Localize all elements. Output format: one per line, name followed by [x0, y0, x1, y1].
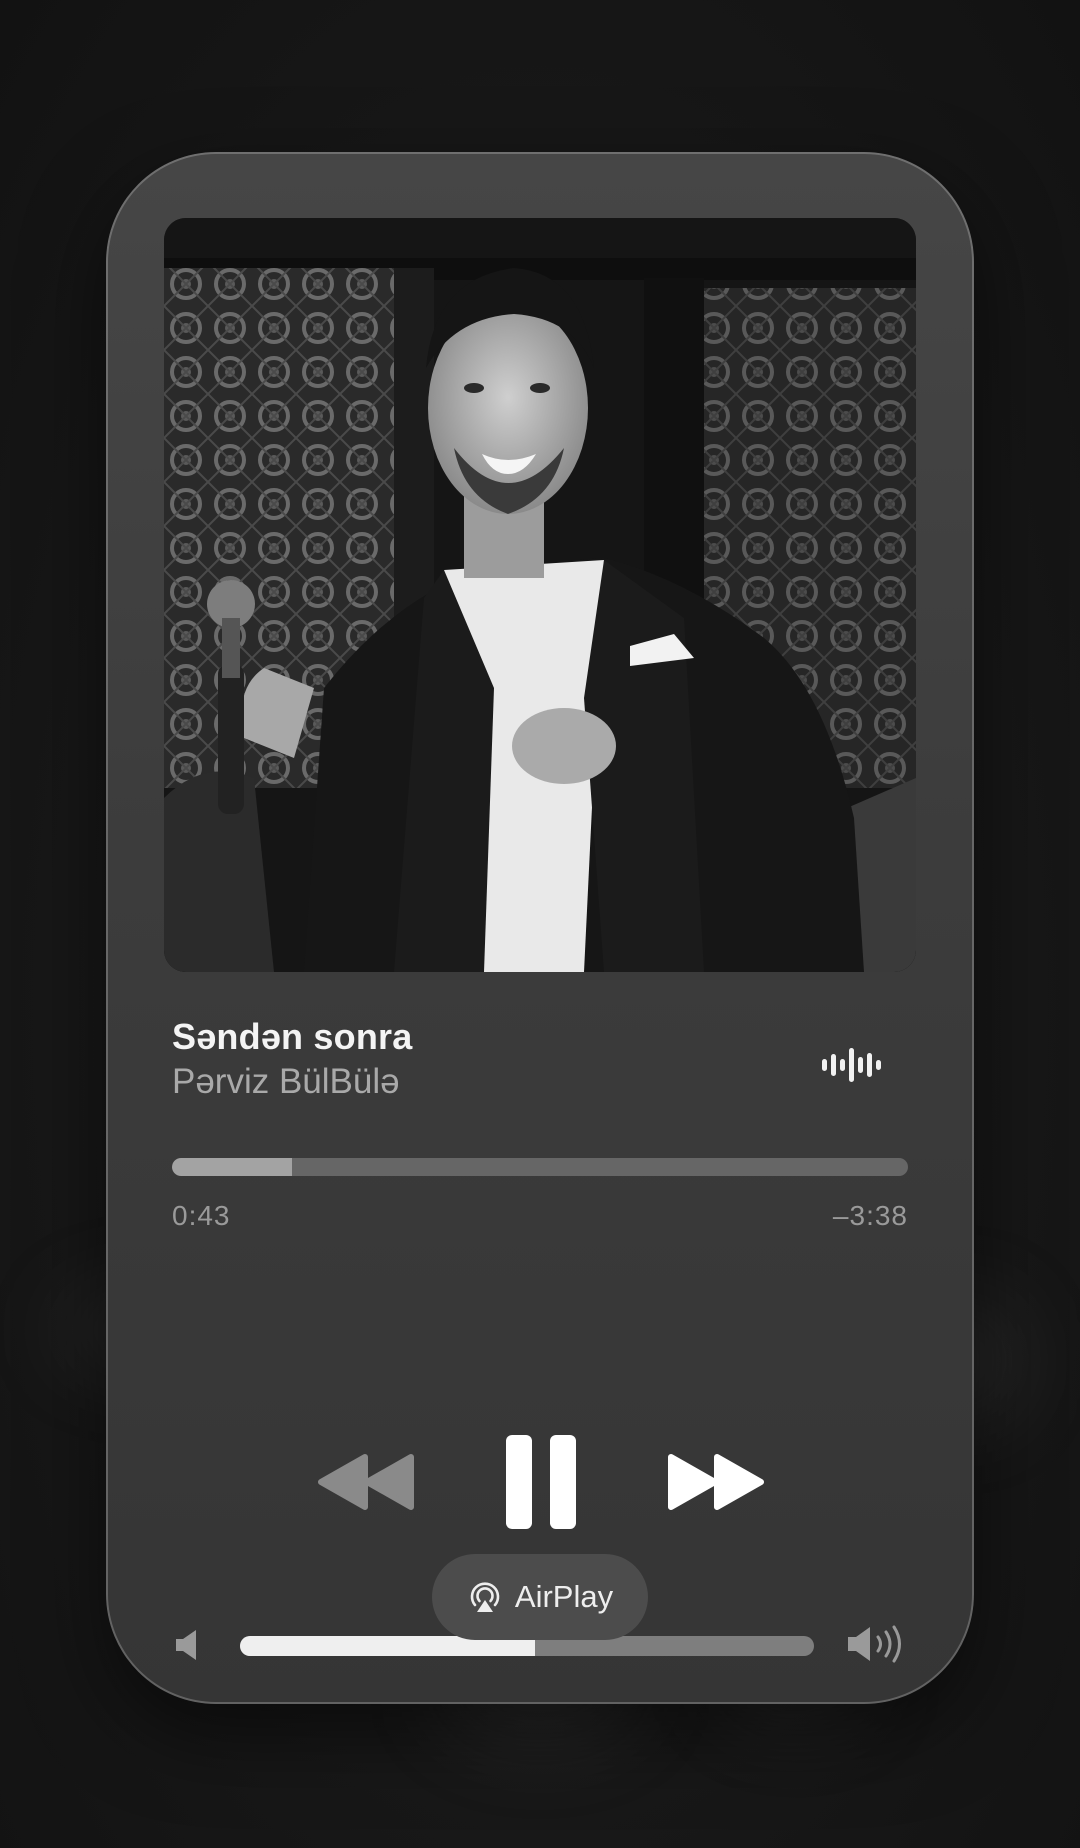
track-artist[interactable]: Pərviz BülBülə [172, 1062, 400, 1102]
artist-photo [164, 218, 916, 972]
rewind-button[interactable] [306, 1442, 426, 1522]
waveform-icon [822, 1048, 881, 1082]
remaining-time: –3:38 [832, 1200, 908, 1231]
track-title: Səndən sonra [172, 1016, 413, 1057]
rewind-icon [318, 1454, 414, 1510]
airplay-button[interactable]: AirPlay [432, 1554, 648, 1640]
fast-forward-icon [668, 1454, 764, 1510]
now-playing-card: Səndən sonra Pərviz BülBülə 0:43 –3:38 A… [106, 152, 974, 1704]
page: Səndən sonra Pərviz BülBülə 0:43 –3:38 A… [0, 0, 1080, 1848]
progress-fill [172, 1158, 292, 1176]
elapsed-time: 0:43 [172, 1200, 231, 1231]
speaker-high-icon [848, 1625, 901, 1663]
pause-icon [506, 1435, 576, 1529]
progress-scrubber[interactable] [172, 1158, 908, 1176]
pause-button[interactable] [496, 1432, 586, 1532]
album-artwork [164, 218, 916, 972]
airplay-label: AirPlay [514, 1579, 614, 1614]
speaker-low-icon [176, 1630, 196, 1660]
airplay-icon [470, 1582, 500, 1612]
fast-forward-button[interactable] [656, 1442, 776, 1522]
